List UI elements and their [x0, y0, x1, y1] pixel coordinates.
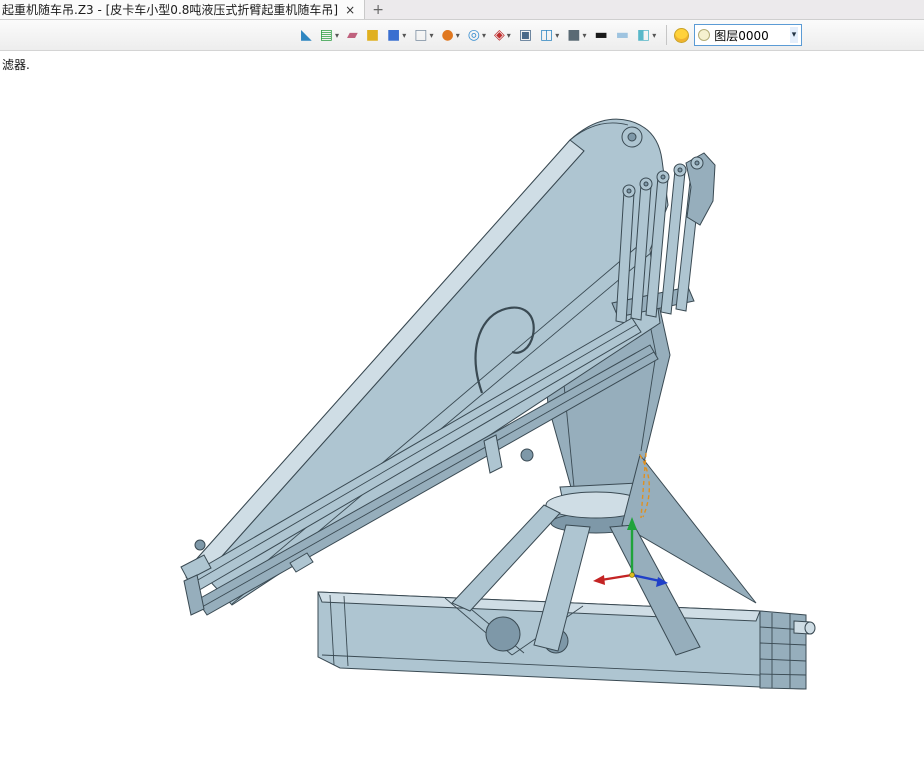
app-window: 起重机随车吊.Z3 - [皮卡车小型0.8吨液压式折臂起重机随车吊] × + ◣… — [0, 0, 924, 758]
x-axis-red[interactable] — [600, 573, 633, 582]
layer-combo-value: 图层0000 — [714, 28, 769, 43]
tab-bar: 起重机随车吊.Z3 - [皮卡车小型0.8吨液压式折臂起重机随车吊] × + — [0, 0, 924, 20]
render-mode-icon-button[interactable]: ● ▾ — [439, 23, 463, 47]
solid-box-blue-icon: ■ — [387, 27, 401, 43]
outrigger-box[interactable] — [759, 610, 816, 690]
dropdown-caret-icon[interactable]: ▾ — [507, 31, 511, 40]
background-light-icon-button[interactable]: ▬ — [613, 23, 632, 47]
toolbar-icon-group: ◣ ▤ ▾ ▰ ■ ■ ▾ □ ▾ ● ▾ ◎ ▾ ◈ ▾ ▣ ◫ ▾ ■ ▾ ▬ ▬ ◧ ▾ — [298, 23, 659, 47]
dropdown-caret-icon[interactable]: ▾ — [555, 31, 559, 40]
dropdown-caret-icon[interactable]: ▾ — [583, 31, 587, 40]
move-view-icon-button[interactable]: ◈ ▾ — [491, 23, 514, 47]
view-plane-icon-button[interactable]: ◣ — [298, 23, 315, 47]
section-view-icon: ◫ — [540, 27, 554, 43]
wireframe-cube-icon-button[interactable]: □ ▾ — [411, 23, 436, 47]
appearance-swatch-icon-button[interactable]: ◧ ▾ — [634, 23, 659, 47]
erase-display-icon-button[interactable]: ▰ — [344, 23, 361, 47]
dropdown-caret-icon[interactable]: ▾ — [402, 31, 406, 40]
erase-display-icon: ▰ — [347, 27, 358, 43]
solid-box-yellow-icon: ■ — [365, 27, 380, 43]
layer-color-chip — [698, 29, 711, 41]
background-light-icon: ▬ — [615, 27, 630, 43]
zoom-display-icon: ◎ — [467, 27, 480, 43]
background-dark-icon-button[interactable]: ▬ — [592, 23, 611, 47]
document-tab[interactable]: 起重机随车吊.Z3 - [皮卡车小型0.8吨液压式折臂起重机随车吊] × — [0, 0, 366, 19]
combo-dropdown-icon[interactable]: ▾ — [789, 27, 799, 43]
toolbar-separator — [666, 25, 668, 45]
dropdown-caret-icon[interactable]: ▾ — [335, 31, 339, 40]
viewport-window-icon-button[interactable]: ▣ — [516, 23, 535, 47]
new-tab-button[interactable]: + — [365, 0, 391, 19]
main-toolbar: ◣ ▤ ▾ ▰ ■ ■ ▾ □ ▾ ● ▾ ◎ ▾ ◈ ▾ ▣ ◫ ▾ ■ ▾ ▬ ▬ ◧ ▾ 图层0000 ▾ — [0, 20, 924, 51]
layer-combo[interactable]: 图层0000 ▾ — [694, 24, 803, 46]
move-view-icon: ◈ — [494, 27, 505, 43]
shaded-cube-icon-button[interactable]: ■ ▾ — [564, 23, 589, 47]
shaded-cube-icon: ■ — [567, 27, 581, 43]
layer-stack-icon: ▤ — [319, 27, 334, 43]
appearance-swatch-icon: ◧ — [637, 27, 651, 43]
wireframe-cube-icon: □ — [414, 27, 428, 43]
viewport-window-icon: ▣ — [518, 27, 533, 43]
chassis-large-hole — [485, 616, 521, 652]
x-axis-arrowhead — [593, 575, 605, 585]
triad-origin-point — [629, 572, 635, 578]
view-plane-icon: ◣ — [301, 27, 312, 43]
render-mode-icon: ● — [441, 27, 454, 43]
solid-box-blue-icon-button[interactable]: ■ ▾ — [384, 23, 409, 47]
dropdown-caret-icon[interactable]: ▾ — [430, 31, 434, 40]
layer-stack-icon-button[interactable]: ▤ ▾ — [317, 23, 342, 47]
lightbulb-layer-visibility-icon[interactable] — [674, 27, 690, 43]
zoom-display-icon-button[interactable]: ◎ ▾ — [465, 23, 489, 47]
boom-head-pin-hole — [627, 132, 637, 142]
dropdown-caret-icon[interactable]: ▾ — [652, 31, 656, 40]
boom-pivot-hole — [520, 448, 534, 462]
tab-title: 起重机随车吊.Z3 - [皮卡车小型0.8吨液压式折臂起重机随车吊] — [2, 3, 339, 17]
tab-close-icon[interactable]: × — [345, 4, 355, 16]
dropdown-caret-icon[interactable]: ▾ — [482, 31, 486, 40]
boom-tip-hole — [194, 539, 206, 551]
solid-box-yellow-icon-button[interactable]: ■ — [363, 23, 382, 47]
section-view-icon-button[interactable]: ◫ ▾ — [537, 23, 562, 47]
crane-3d-model[interactable] — [0, 55, 924, 758]
viewport-canvas[interactable]: 滤器. — [0, 51, 924, 758]
diagonal-brace[interactable] — [451, 504, 561, 612]
background-dark-icon: ▬ — [594, 27, 608, 43]
outrigger-pin-cap — [804, 621, 816, 635]
dropdown-caret-icon[interactable]: ▾ — [456, 31, 460, 40]
